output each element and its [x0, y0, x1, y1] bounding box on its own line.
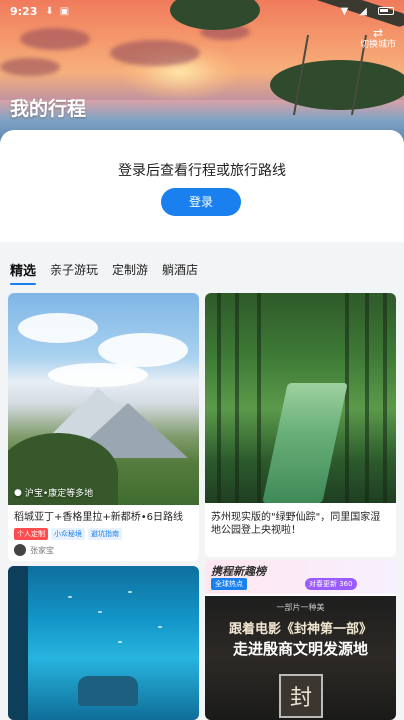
- tab-family[interactable]: 亲子游玩: [50, 261, 98, 282]
- sofa: [78, 676, 138, 706]
- cloud: [0, 58, 60, 76]
- banner-tag: 全球热点: [211, 578, 247, 590]
- feed-card[interactable]: [8, 566, 199, 720]
- fish: [98, 611, 102, 613]
- seal-logo: 封: [279, 674, 323, 718]
- cloud: [20, 28, 90, 50]
- badge: 小众秘境: [51, 528, 85, 540]
- notification-icon: ▣: [59, 5, 70, 17]
- movie-poster: 一部片一种美 跟着电影《封神第一部》 走进殷商文明发源地 封: [205, 596, 396, 720]
- banner-title: 携程新趣榜: [211, 565, 266, 578]
- author-name: 张家宝: [30, 545, 54, 555]
- card-title: 稻城亚丁+香格里拉+新都桥•6日路线: [14, 512, 184, 523]
- clock: 9:23: [10, 4, 38, 18]
- cloud: [48, 363, 148, 387]
- feed-card[interactable]: 携程新趣榜 全球热点 对春更新 360 一部片一种美 跟着电影《封神第一部》 走…: [205, 560, 396, 720]
- fish: [158, 626, 162, 628]
- cloud: [110, 40, 200, 66]
- badge: 个人定制: [14, 528, 48, 540]
- window-frame: [8, 566, 28, 720]
- bamboo-stalk: [235, 293, 239, 503]
- card-image-bamboo: [205, 293, 396, 503]
- feed-card[interactable]: ● 沪宝•康定等多地 稻城亚丁+香格里拉+新都桥•6日路线 个人定制 小众秘境 …: [8, 293, 199, 561]
- swap-icon: ⇄: [372, 26, 384, 40]
- hero-banner: [0, 0, 404, 150]
- bamboo-stalk: [345, 293, 349, 503]
- poster-subtitle: 跟着电影《封神第一部》: [228, 622, 372, 637]
- poster-tagline: 一部片一种美: [276, 603, 325, 612]
- bamboo-stalk: [257, 293, 261, 503]
- login-prompt: 登录后查看行程或旅行路线: [118, 163, 286, 179]
- fish: [68, 596, 72, 598]
- page-title: 我的行程: [10, 98, 87, 120]
- login-card: 登录后查看行程或旅行路线 登录: [0, 130, 404, 242]
- stream: [262, 383, 348, 503]
- bamboo-stalk: [217, 293, 221, 503]
- card-badges: 个人定制 小众秘境 避坑指南: [8, 526, 199, 542]
- tab-hotel[interactable]: 躺酒店: [162, 261, 198, 282]
- wifi-icon: ▼: [340, 5, 349, 17]
- location-pin-icon: ●: [14, 487, 22, 498]
- switch-city-button[interactable]: ⇄ 切换城市: [360, 26, 396, 51]
- location-tag: ● 沪宝•康定等多地: [14, 486, 94, 500]
- login-button[interactable]: 登录: [161, 188, 241, 216]
- card-author: 张家宝: [8, 542, 199, 558]
- feed-card[interactable]: 苏州现实版的"绿野仙踪"，同里国家湿地公园登上央视啦！: [205, 293, 396, 557]
- bamboo-stalk: [365, 293, 369, 503]
- tab-custom-tour[interactable]: 定制游: [112, 261, 148, 282]
- poster-headline: 走进殷商文明发源地: [232, 640, 368, 658]
- card-image-mountain: ● 沪宝•康定等多地: [8, 293, 199, 505]
- battery-icon: [378, 7, 394, 15]
- bamboo-stalk: [383, 293, 387, 503]
- switch-city-label: 切换城市: [359, 40, 396, 51]
- status-bar: 9:23 ⬇ ▣ ▼ ◢: [0, 0, 404, 22]
- fish: [128, 591, 132, 593]
- fish: [118, 641, 122, 643]
- banner-count: 对春更新 360: [305, 578, 357, 590]
- tab-featured[interactable]: 精选: [10, 260, 37, 285]
- signal-icon: ◢: [359, 5, 367, 17]
- download-icon: ⬇: [45, 5, 54, 17]
- card-title: 苏州现实版的"绿野仙踪"，同里国家湿地公园登上央视啦！: [211, 512, 381, 536]
- cloud: [98, 333, 188, 367]
- ranking-banner[interactable]: 携程新趣榜 全球热点 对春更新 360: [205, 560, 396, 594]
- badge: 避坑指南: [88, 528, 122, 540]
- avatar: [14, 544, 26, 556]
- category-tabs: 精选 亲子游玩 定制游 躺酒店: [0, 256, 404, 286]
- location-label: 沪宝•康定等多地: [24, 489, 94, 499]
- cloud: [18, 313, 98, 343]
- card-image-aquarium: [8, 566, 199, 720]
